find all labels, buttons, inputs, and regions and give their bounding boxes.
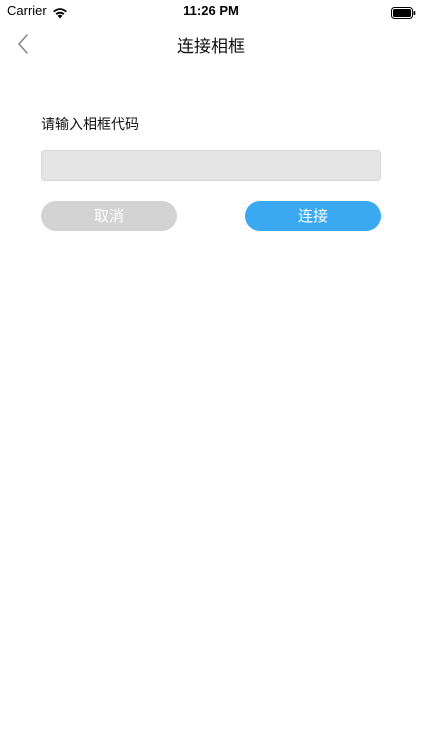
frame-code-input[interactable] — [41, 150, 381, 181]
nav-bar: 连接相框 — [0, 22, 422, 66]
status-time: 11:26 PM — [183, 3, 239, 18]
page-title: 连接相框 — [177, 37, 245, 57]
connect-button[interactable]: 连接 — [245, 201, 381, 231]
frame-code-label: 请输入相框代码 — [41, 117, 139, 133]
battery-icon — [391, 4, 416, 19]
cancel-button[interactable]: 取消 — [41, 201, 177, 231]
status-bar: Carrier 11:26 PM — [0, 0, 422, 22]
